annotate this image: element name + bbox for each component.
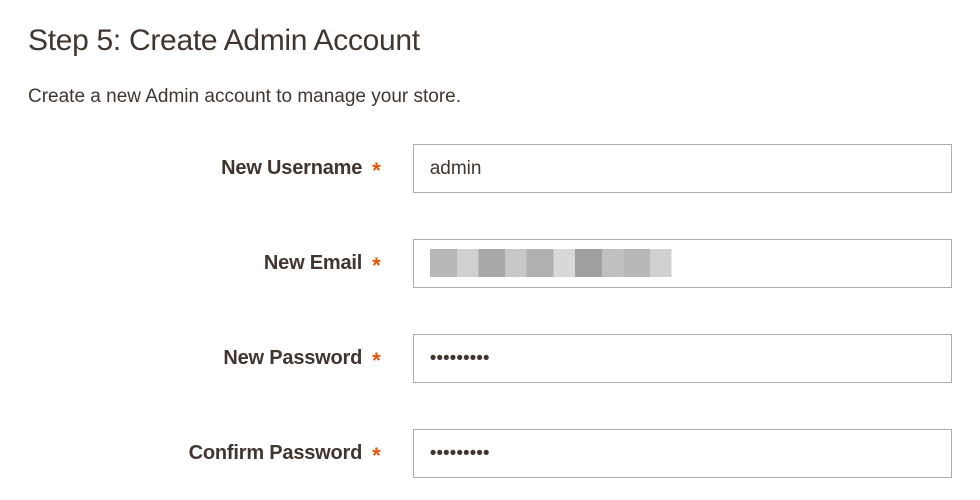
username-label: New Username	[221, 157, 362, 180]
password-row: New Password *	[28, 334, 952, 383]
confirm-password-label: Confirm Password	[189, 442, 363, 465]
page-title: Step 5: Create Admin Account	[28, 24, 952, 58]
page-description: Create a new Admin account to manage you…	[28, 86, 952, 108]
username-row: New Username *	[28, 144, 952, 193]
password-label-wrap: New Password *	[28, 347, 387, 370]
required-marker-icon: *	[372, 255, 381, 277]
confirm-password-row: Confirm Password *	[28, 429, 952, 478]
username-input[interactable]	[413, 144, 952, 193]
confirm-password-label-wrap: Confirm Password *	[28, 442, 387, 465]
password-input[interactable]	[413, 334, 952, 383]
email-row: New Email *	[28, 239, 952, 288]
confirm-password-input[interactable]	[413, 429, 952, 478]
required-marker-icon: *	[372, 445, 381, 467]
username-label-wrap: New Username *	[28, 157, 387, 180]
required-marker-icon: *	[372, 160, 381, 182]
email-label-wrap: New Email *	[28, 252, 387, 275]
required-marker-icon: *	[372, 350, 381, 372]
email-label: New Email	[264, 252, 362, 275]
password-label: New Password	[223, 347, 362, 370]
email-input[interactable]	[413, 239, 952, 288]
